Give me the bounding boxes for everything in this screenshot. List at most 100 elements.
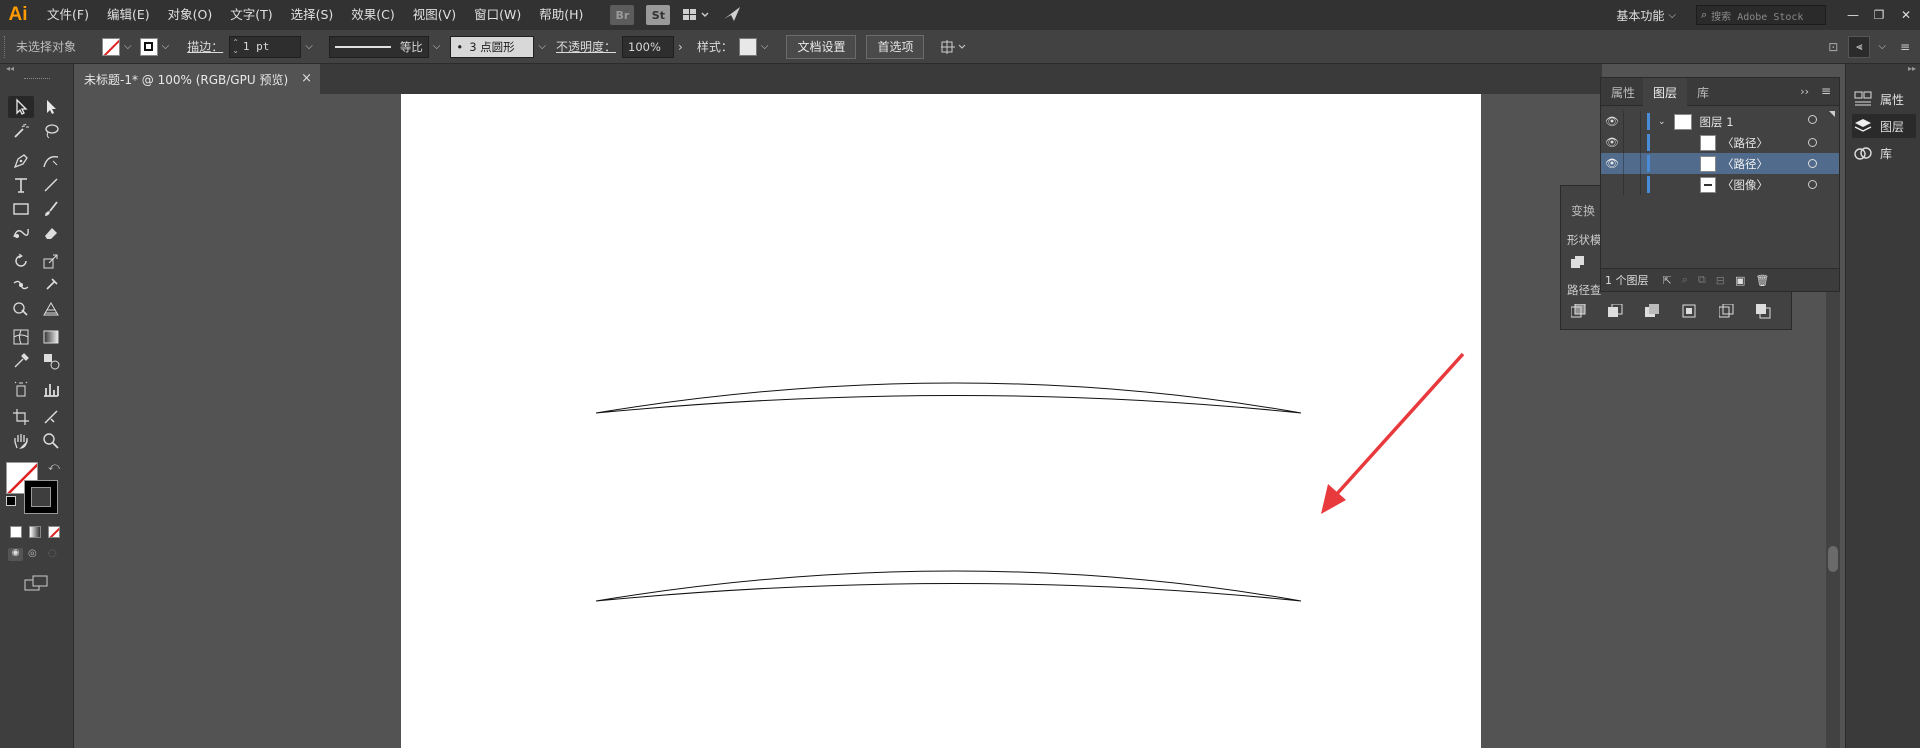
free-transform-tool[interactable]: [38, 274, 64, 296]
hand-tool[interactable]: [8, 430, 34, 452]
scale-tool[interactable]: [38, 250, 64, 272]
merge-icon[interactable]: [1645, 304, 1660, 322]
target-circle-icon[interactable]: [1808, 115, 1817, 124]
menu-effect[interactable]: 效果(C): [342, 0, 403, 30]
dock-properties[interactable]: 属性: [1852, 87, 1916, 111]
menu-object[interactable]: 对象(O): [159, 0, 222, 30]
opacity-label[interactable]: 不透明度：: [556, 38, 616, 55]
menu-view[interactable]: 视图(V): [404, 0, 465, 30]
perspective-grid-tool[interactable]: [38, 298, 64, 320]
magic-wand-tool[interactable]: [8, 120, 34, 142]
artboard[interactable]: [401, 94, 1481, 748]
selection-tool[interactable]: [8, 96, 34, 118]
toolbar-grip[interactable]: [24, 78, 50, 81]
fill-dropdown-icon[interactable]: ⌵: [124, 41, 132, 52]
control-bar-menu-icon[interactable]: ≡: [1900, 40, 1910, 54]
tab-layers[interactable]: 图层: [1643, 78, 1688, 107]
mesh-tool[interactable]: [8, 326, 34, 348]
blend-tool[interactable]: [38, 350, 64, 372]
profile-dropdown[interactable]: ⌵: [433, 41, 441, 52]
stock-search[interactable]: ⌕ 搜索 Adobe Stock: [1696, 5, 1826, 25]
draw-inside-icon[interactable]: ◌: [48, 548, 57, 559]
panel-menu-icon[interactable]: ≡: [1821, 84, 1831, 98]
trim-icon[interactable]: [1608, 303, 1623, 322]
artboard-tool[interactable]: [8, 406, 34, 428]
target-circle-icon[interactable]: [1808, 180, 1817, 189]
export-icon[interactable]: ⇱: [1663, 274, 1672, 287]
type-tool[interactable]: [8, 174, 34, 196]
path-name[interactable]: 〈路径〉: [1722, 156, 1768, 172]
visibility-eye-icon[interactable]: 👁: [1601, 115, 1623, 128]
close-tab-icon[interactable]: ×: [301, 71, 312, 86]
stroke-weight-label[interactable]: 描边：: [187, 38, 223, 55]
shape-builder-tool[interactable]: [8, 298, 34, 320]
control-grip[interactable]: [4, 35, 10, 58]
stroke-weight-field[interactable]: ⌃ ⌄ 1 pt: [229, 35, 302, 58]
brush-definition[interactable]: • 3 点圆形: [450, 35, 535, 58]
panel-options-icon[interactable]: ⊡: [1828, 40, 1838, 54]
stroke-weight-dropdown[interactable]: ⌵: [305, 41, 313, 52]
graphic-style-swatch[interactable]: [738, 37, 757, 56]
puppet-warp-tool[interactable]: [8, 274, 34, 296]
lasso-tool[interactable]: [38, 120, 64, 142]
target-circle-icon[interactable]: [1808, 159, 1817, 168]
menu-window[interactable]: 窗口(W): [465, 0, 530, 30]
bridge-button[interactable]: Br: [610, 5, 635, 25]
delete-layer-icon[interactable]: 🗑: [1755, 274, 1769, 287]
dock-collapse-icon[interactable]: ▸▸: [1908, 64, 1916, 73]
document-tab[interactable]: 未标题-1* @ 100% (RGB/GPU 预览) ×: [74, 64, 320, 94]
outline-icon[interactable]: [1718, 303, 1734, 322]
menu-select[interactable]: 选择(S): [282, 0, 343, 30]
arrange-documents-icon[interactable]: [682, 7, 712, 23]
screen-mode-icon[interactable]: [24, 574, 50, 595]
create-sublayer-icon[interactable]: ⊟: [1716, 274, 1725, 287]
document-setup-button[interactable]: 文档设置: [786, 34, 857, 59]
sublayer-row-path[interactable]: 👁 〈路径〉: [1601, 132, 1839, 153]
default-fill-stroke-icon[interactable]: [6, 496, 16, 506]
preferences-button[interactable]: 首选项: [866, 34, 925, 59]
menu-type[interactable]: 文字(T): [221, 0, 281, 30]
layer-name[interactable]: 图层 1: [1700, 114, 1734, 130]
fill-swatch[interactable]: [102, 37, 121, 56]
paintbrush-tool[interactable]: [38, 198, 64, 220]
slice-tool[interactable]: [38, 406, 64, 428]
visibility-eye-icon[interactable]: 👁: [1601, 157, 1623, 170]
stepper-icon[interactable]: ⌃ ⌄: [232, 38, 239, 55]
stroke-dropdown-icon[interactable]: ⌵: [162, 41, 170, 52]
divide-icon[interactable]: [1570, 303, 1586, 322]
gradient-mode-icon[interactable]: [29, 526, 41, 538]
symbol-sprayer-tool[interactable]: [8, 378, 34, 400]
new-layer-icon[interactable]: ▣: [1735, 274, 1745, 287]
minus-back-icon[interactable]: [1756, 304, 1771, 322]
none-mode-icon[interactable]: [48, 526, 60, 538]
column-graph-tool[interactable]: [38, 378, 64, 400]
minimize-button[interactable]: —: [1840, 8, 1866, 22]
color-mode-icon[interactable]: [10, 526, 22, 538]
align-options-dropdown[interactable]: ⌵: [1878, 41, 1886, 52]
image-name[interactable]: 〈图像〉: [1722, 177, 1768, 193]
curvature-tool[interactable]: [38, 150, 64, 172]
make-clipping-mask-icon[interactable]: ⧉: [1698, 273, 1706, 287]
lock-toggle[interactable]: [1623, 111, 1641, 132]
eyedropper-tool[interactable]: [8, 350, 34, 372]
opacity-field[interactable]: 100%: [622, 35, 675, 58]
restore-button[interactable]: ❐: [1866, 8, 1892, 22]
expand-panel-icon[interactable]: ››: [1800, 85, 1809, 98]
workspace-switcher[interactable]: 基本功能 ⌵: [1616, 7, 1680, 24]
stock-button[interactable]: St: [646, 5, 671, 25]
gradient-tool[interactable]: [38, 326, 64, 348]
menu-file[interactable]: 文件(F): [38, 0, 98, 30]
rectangle-tool[interactable]: [8, 198, 34, 220]
sublayer-row-image[interactable]: 〈图像〉: [1601, 174, 1839, 195]
brush-dropdown[interactable]: ⌵: [538, 41, 546, 52]
line-segment-tool[interactable]: [38, 174, 64, 196]
opacity-arrow[interactable]: ›: [678, 40, 683, 54]
unite-button[interactable]: [1571, 256, 1585, 270]
layer-row[interactable]: 👁 ⌄ 图层 1: [1601, 111, 1839, 132]
visibility-eye-icon[interactable]: 👁: [1601, 136, 1623, 149]
path-name[interactable]: 〈路径〉: [1722, 135, 1768, 151]
search-input[interactable]: 搜索 Adobe Stock: [1711, 8, 1803, 23]
locate-object-icon[interactable]: ⌕: [1682, 273, 1688, 287]
style-dropdown[interactable]: ⌵: [761, 41, 769, 52]
tab-libraries[interactable]: 库: [1687, 78, 1719, 106]
